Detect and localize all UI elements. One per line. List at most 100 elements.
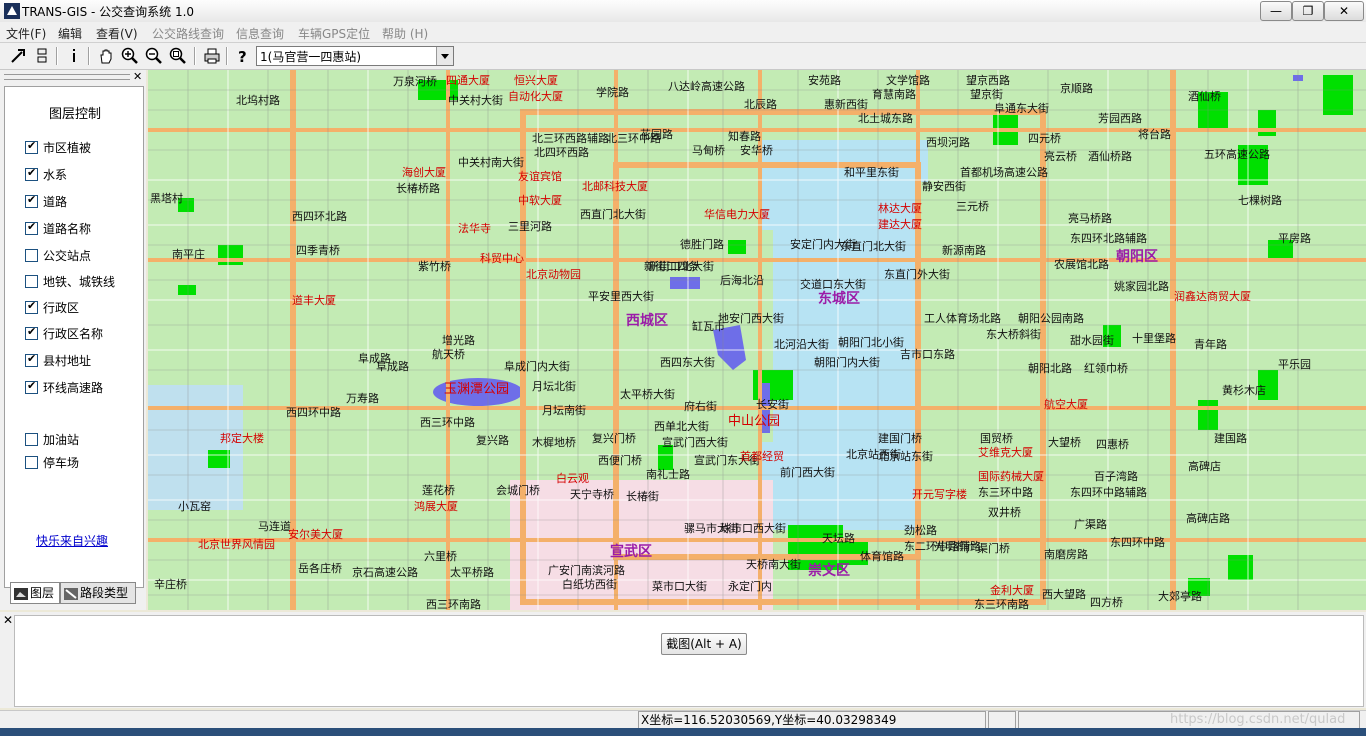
landmark-label: 航空大厦 [1044,398,1088,411]
district-label: 西城区 [626,313,668,329]
landmark-label: 科贸中心 [480,252,524,265]
road-label: 亮云桥 [1044,150,1077,163]
restore-button[interactable]: ❐ [1292,1,1324,21]
checkbox[interactable] [25,456,38,469]
road-label: 德胜门路 [680,238,724,251]
menu-bus-route-query[interactable]: 公交路线查询 [152,25,224,42]
checkbox[interactable] [25,325,38,340]
status-cell [988,711,1016,729]
road-label: 工人体育场北路 [924,312,1001,325]
landmark-label: 恒兴大厦 [514,74,558,87]
print-icon[interactable] [202,46,222,66]
menu-edit[interactable]: 编辑 [58,25,82,42]
close-button[interactable]: ✕ [1324,1,1364,21]
info-icon[interactable] [64,46,84,66]
road-label: 木樨地桥 [532,436,576,449]
checkbox[interactable] [25,352,38,367]
road-label: 酒仙桥 [1188,90,1221,103]
road-label: 东大桥斜街 [986,328,1041,341]
road-label: 西四东大街 [660,356,715,369]
road-label: 西便门桥 [598,454,642,467]
road-label: 建国门桥 [878,432,922,445]
road-label: 辛庄桥 [154,578,187,591]
road-label: 平乐园 [1278,358,1311,371]
road-label: 月坛南街 [542,404,586,417]
road-label: 朝阳门内大街 [814,356,880,369]
road-label: 北坞村路 [236,94,280,107]
checkbox[interactable] [25,220,38,235]
road-label: 安华桥 [740,144,773,157]
route-select[interactable]: 1(马官营一四惠站) [256,46,454,66]
road-label: 南礼士路 [646,468,690,481]
chevron-down-icon[interactable] [436,47,453,65]
checkbox[interactable] [25,139,38,154]
checkbox[interactable] [25,166,38,181]
road-label: 小瓦窑 [178,500,211,513]
road-label: 马甸桥 [692,144,725,157]
road-label: 学院路 [596,86,629,99]
zoom-extent-icon[interactable] [168,46,188,66]
road-label: 北辰路 [744,98,777,111]
layout-icon[interactable] [32,46,52,66]
menu-file[interactable]: 文件(F) [6,25,46,42]
close-icon[interactable]: ✕ [133,70,142,83]
checkbox[interactable] [25,299,38,314]
pan-hand-icon[interactable] [96,46,116,66]
road-label: 北四环西路 [534,146,589,159]
road-label: 天宁寺桥 [570,488,614,501]
checkbox[interactable] [25,275,38,288]
menu-view[interactable]: 查看(V) [96,25,138,42]
road-label: 后海北沿 [720,274,764,287]
screenshot-button[interactable]: 截图(Alt + A) [661,633,747,655]
map-canvas[interactable]: 西城区 东城区 宣武区 崇文区 朝阳区 玉渊潭公园 中山公园 万泉河桥 学院路 … [148,70,1366,610]
checkbox[interactable] [25,249,38,262]
road-label: 北三环中路 [606,132,661,145]
road-label: 高碑店路 [1186,512,1230,525]
road-label: 百子湾路 [1094,470,1138,483]
menu-gps-location[interactable]: 车辆GPS定位 [298,25,370,42]
road-label: 四方桥 [1090,596,1123,609]
menu-info-query[interactable]: 信息查询 [236,25,284,42]
close-icon[interactable]: ✕ [3,613,13,627]
road-label: 三里河路 [508,220,552,233]
landmark-label: 安尔美大厦 [288,528,343,541]
layer-label: 停车场 [43,456,80,470]
hobby-link[interactable]: 快乐来自兴趣 [36,532,108,549]
road-label: 南平庄 [172,248,205,261]
road-label: 东四环中路辅路 [1070,486,1147,499]
fengtai-area [148,385,243,510]
road-label: 西三环中路 [420,416,475,429]
road-label: 吉市口东路 [900,348,955,361]
road-label: 育慧南路 [872,88,916,101]
tab-label: 图层 [30,586,55,600]
landmark-label: 白云观 [556,472,589,485]
road-label: 莲花桥 [422,484,455,497]
road-label: 西坝河路 [926,136,970,149]
minimize-button[interactable]: — [1260,1,1292,21]
tab-road-types[interactable]: 路段类型 [60,582,136,604]
output-panel: ✕ 截图(Alt + A) [0,612,1366,708]
road-label: 东四环中路 [1110,536,1165,549]
road-label: 北三环西路辅路 [532,132,609,145]
landmark-label: 建达大厦 [878,218,922,231]
checkbox[interactable] [25,379,38,394]
menu-help[interactable]: 帮助 (H) [382,25,428,42]
tab-layers[interactable]: 图层 [10,582,60,604]
layers-icon [14,587,28,600]
landmark-label: 四通大厦 [446,74,490,87]
road-label: 白纸坊西街 [562,578,617,591]
road-label: 会城门桥 [496,484,540,497]
help-icon[interactable]: ? [232,46,252,66]
layer-label: 地铁、城铁线 [43,275,116,289]
layer-label: 环线高速路 [43,381,104,395]
road-label: 交道口东大街 [800,278,866,291]
zoom-in-icon[interactable] [120,46,140,66]
district-label: 朝阳区 [1116,249,1158,265]
select-arrow-icon[interactable] [8,46,28,66]
checkbox[interactable] [25,193,38,208]
panel-grip[interactable] [4,74,130,80]
tab-label: 路段类型 [80,586,129,600]
zoom-out-icon[interactable] [144,46,164,66]
road-label: 三元桥 [956,200,989,213]
checkbox[interactable] [25,433,38,446]
